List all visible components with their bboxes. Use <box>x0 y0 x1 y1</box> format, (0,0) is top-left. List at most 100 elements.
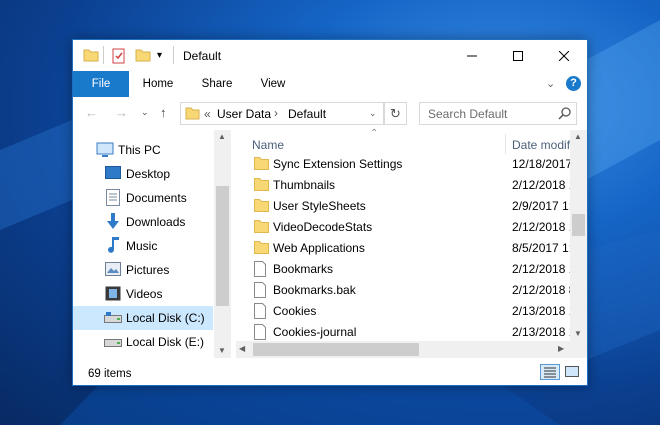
breadcrumb-default[interactable]: Default <box>288 107 326 121</box>
folder-icon <box>254 156 269 173</box>
file-list-horizontal-scrollbar[interactable]: ◀ ▶ <box>236 341 570 358</box>
nav-item-downloads[interactable]: Downloads <box>73 210 213 234</box>
nav-item-local-disk-c[interactable]: Local Disk (C:) <box>73 306 213 330</box>
nav-item-documents[interactable]: Documents <box>73 186 213 210</box>
recent-locations-icon[interactable]: ⌄ <box>141 107 149 118</box>
film-icon <box>105 286 121 304</box>
new-folder-icon[interactable] <box>135 48 151 65</box>
navigation-pane: This PC Desktop Documents Downloads Musi… <box>73 130 231 358</box>
toolbar-divider <box>103 46 104 64</box>
file-name: Web Applications <box>273 241 365 255</box>
refresh-icon: ↻ <box>390 105 401 121</box>
file-name: Sync Extension Settings <box>273 157 403 171</box>
minimize-icon <box>467 55 477 56</box>
table-row[interactable]: Sync Extension Settings 12/18/2017 <box>236 154 570 175</box>
table-row[interactable]: User StyleSheets 2/9/2017 1: <box>236 196 570 217</box>
nav-item-videos[interactable]: Videos <box>73 282 213 306</box>
drive-icon <box>104 312 122 327</box>
file-date: 2/13/2018 1 <box>512 325 570 339</box>
table-row[interactable]: VideoDecodeStats 2/12/2018 1 <box>236 217 570 238</box>
table-row[interactable]: Cookies-journal 2/13/2018 1 <box>236 322 570 343</box>
nav-label: Pictures <box>126 263 170 277</box>
large-icons-view-icon <box>565 366 579 377</box>
file-name: VideoDecodeStats <box>273 220 373 234</box>
table-row[interactable]: Cookies 2/13/2018 1 <box>236 301 570 322</box>
table-row[interactable]: Thumbnails 2/12/2018 1 <box>236 175 570 196</box>
status-bar: 69 items <box>73 358 587 385</box>
column-separator[interactable] <box>505 134 506 154</box>
nav-label: Videos <box>126 287 163 301</box>
table-row[interactable]: Web Applications 8/5/2017 1: <box>236 238 570 259</box>
expand-ribbon-icon[interactable]: ⌄ <box>546 77 555 90</box>
item-count: 69 items <box>88 368 132 380</box>
forward-arrow-icon[interactable]: → <box>115 105 128 120</box>
file-name: Bookmarks <box>273 262 334 276</box>
nav-item-music[interactable]: Music <box>73 234 213 258</box>
nav-item-local-disk-e[interactable]: Local Disk (E:) <box>73 330 213 354</box>
tab-share[interactable]: Share <box>191 71 243 97</box>
monitor-icon <box>96 142 114 161</box>
file-name: Thumbnails <box>273 178 336 192</box>
breadcrumb-user-data[interactable]: User Data <box>217 107 271 121</box>
file-date: 2/12/2018 8 <box>512 283 570 297</box>
horizontal-scrollbar-thumb[interactable] <box>253 343 419 356</box>
large-icons-view-button[interactable] <box>564 364 580 380</box>
nav-item-desktop[interactable]: Desktop <box>73 162 213 186</box>
customize-toolbar-icon[interactable]: ▾ <box>157 50 162 61</box>
column-header-name[interactable]: Name <box>252 138 284 152</box>
nav-item-pictures[interactable]: Pictures <box>73 258 213 282</box>
help-icon[interactable]: ? <box>566 76 581 91</box>
breadcrumb-separator-icon[interactable]: › <box>274 106 278 120</box>
download-arrow-icon <box>106 213 120 233</box>
details-view-button[interactable] <box>540 364 560 380</box>
tab-home[interactable]: Home <box>135 71 181 97</box>
folder-icon <box>254 177 269 194</box>
scroll-down-icon[interactable]: ▼ <box>574 329 582 338</box>
search-input[interactable]: Search Default <box>428 107 507 121</box>
scroll-down-icon[interactable]: ▼ <box>218 346 226 355</box>
details-view-icon <box>544 367 556 378</box>
maximize-button[interactable] <box>495 40 541 71</box>
folder-icon <box>254 240 269 257</box>
nav-scrollbar[interactable]: ▲ ▼ <box>214 130 231 358</box>
window-title: Default <box>183 49 222 63</box>
scroll-up-icon[interactable]: ▲ <box>574 132 582 141</box>
search-box[interactable]: Search Default <box>419 102 577 125</box>
nav-label: Local Disk (E:) <box>126 335 205 349</box>
file-date: 2/12/2018 1 <box>512 220 570 234</box>
tab-file[interactable]: File <box>73 71 129 97</box>
music-note-icon <box>108 237 120 257</box>
file-name: Cookies-journal <box>273 325 357 339</box>
nav-item-this-pc[interactable]: This PC <box>73 138 213 162</box>
table-row[interactable]: Bookmarks.bak 2/12/2018 8 <box>236 280 570 301</box>
vertical-scrollbar-thumb[interactable] <box>572 214 585 236</box>
search-icon[interactable] <box>558 106 572 123</box>
scroll-right-icon[interactable]: ▶ <box>558 344 564 353</box>
file-icon <box>254 282 266 301</box>
file-name: User StyleSheets <box>273 199 366 213</box>
back-arrow-icon[interactable]: ← <box>85 105 98 120</box>
nav-scrollbar-thumb[interactable] <box>216 186 229 306</box>
drive-icon <box>104 336 122 351</box>
nav-label: Desktop <box>126 167 171 181</box>
minimize-button[interactable] <box>449 40 495 71</box>
up-arrow-icon[interactable]: ↑ <box>160 105 167 120</box>
properties-icon[interactable] <box>111 48 127 67</box>
tab-view[interactable]: View <box>251 71 295 97</box>
address-dropdown-icon[interactable]: ⌄ <box>369 108 377 119</box>
folder-icon <box>83 48 99 65</box>
file-date: 2/12/2018 1 <box>512 178 570 192</box>
column-header-date[interactable]: Date modified <box>512 138 570 152</box>
table-row[interactable]: Bookmarks 2/12/2018 1 <box>236 259 570 280</box>
scroll-up-icon[interactable]: ▲ <box>218 132 226 141</box>
refresh-button[interactable]: ↻ <box>384 102 407 125</box>
folder-icon <box>254 198 269 215</box>
address-bar[interactable]: « User Data › Default ⌄ <box>180 102 384 125</box>
file-name: Bookmarks.bak <box>273 283 356 297</box>
close-button[interactable] <box>541 40 587 71</box>
scroll-left-icon[interactable]: ◀ <box>239 344 245 353</box>
address-overflow[interactable]: « <box>204 107 211 121</box>
ribbon-tabs: File Home Share View ⌄ ? <box>73 71 587 98</box>
file-list-vertical-scrollbar[interactable]: ▲ ▼ <box>570 130 587 358</box>
file-date: 8/5/2017 1: <box>512 241 570 255</box>
